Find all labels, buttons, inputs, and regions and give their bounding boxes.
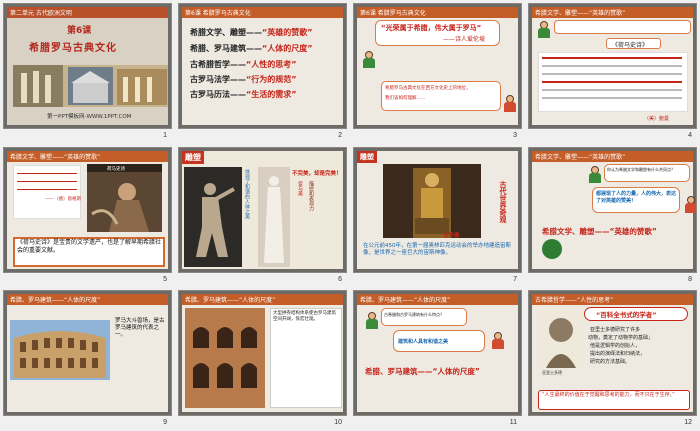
vertical-caption: 体现了和谐的人体之美 <box>244 168 250 219</box>
book-title: 《荷马史诗》 <box>612 42 649 49</box>
slide-thumbnail-10[interactable]: 希腊、罗马建筑——“人体的尺度” 大型拱券结构体系使古罗马建筑空间开阔，恢宏壮观… <box>175 287 350 431</box>
slide-number: 4 <box>688 132 692 139</box>
venus-statue <box>258 166 290 267</box>
slide-header: 古希腊哲学——“人性的思考” <box>535 297 614 305</box>
row-5: 古罗马历法——“生活的需求” <box>190 90 297 99</box>
slide-thumbnail-3[interactable]: 第6课 希腊罗马古典文化 “光荣属于希腊，伟大属于罗马” ——诗人爱伦坡 希腊罗… <box>350 0 525 144</box>
ruins-photo <box>13 65 168 107</box>
vertical-caption-right: 爱与美 <box>297 180 303 196</box>
quote: “光荣属于希腊，伟大属于罗马” <box>381 24 482 32</box>
slide-number: 9 <box>163 419 167 427</box>
slide-thumbnail-6[interactable]: 雕塑 体现了和谐的人体之美 不完美，却是完美！ 爱与美 描绘和表现力 6 <box>175 144 350 288</box>
slide-number: 11 <box>509 419 517 427</box>
row-4: 古罗马法学——“行为的规范” <box>190 75 297 84</box>
slide-number: 3 <box>513 132 517 139</box>
slide-header: 第6课 希腊罗马古典文化 <box>185 10 251 17</box>
slide-number: 10 <box>334 419 342 427</box>
person-icon <box>365 312 379 330</box>
body-text: 在公元前450年，在第一届奥林匹克运动会的举办地建造宙斯像，是世界之一座巨大的宙… <box>363 242 511 256</box>
roman-arches-photo <box>185 308 265 409</box>
slide-header: 希腊、罗马建筑——“人体的尺度” <box>185 297 276 305</box>
aristotle-bust <box>538 310 584 369</box>
painting-label: 荷马史诗 <box>107 166 125 172</box>
slide-thumbnail-4[interactable]: 希腊文学、雕塑——“英雄的赞歌” 《荷马史诗》 （美）鲍曼 4 <box>525 0 700 144</box>
slide-number: 2 <box>338 132 342 139</box>
row-2: 希腊、罗马建筑——“人体的尺度” <box>190 44 313 53</box>
discobolus-statue <box>184 166 242 267</box>
homer-painting <box>87 163 162 232</box>
body-line-1: 亚里士多德研究了许多 <box>590 327 641 334</box>
vertical-title: 古代世界奇观 <box>499 180 507 223</box>
slide-number: 5 <box>163 275 167 283</box>
slide-header: 第二单元 古代欧洲文明 <box>10 10 72 17</box>
slide-sorter-grid: 第二单元 古代欧洲文明 第6课 希腊罗马古典文化 第一PPT模板网-WWW.1P… <box>0 0 700 431</box>
body-line-5: 研究的方法基础。 <box>590 359 631 366</box>
slide-header: 雕塑 <box>182 150 204 164</box>
slide-header: 第6课 希腊罗马古典文化 <box>360 10 426 17</box>
body-line-4: 提出的演绎法和归纳法， <box>590 351 646 358</box>
quote-author: ——诗人爱伦坡 <box>443 36 486 43</box>
quote-author: ——（德）恩格斯 <box>45 196 81 202</box>
slide-title: 希腊罗马古典文化 <box>29 43 117 54</box>
slide-thumbnail-2[interactable]: 第6课 希腊罗马古典文化 希腊文学、雕塑——“英雄的赞歌” 希腊、罗马建筑——“… <box>175 0 350 144</box>
slide-number: 6 <box>338 275 342 283</box>
body-line-3: 他是逻辑学的创始人， <box>590 343 641 350</box>
question-line-1: 希腊罗马古典文化在西方文化史上的地位， <box>385 86 471 91</box>
slide-header: 希腊文学、雕塑——“英雄的赞歌” <box>10 153 101 161</box>
body-text: 《荷马史诗》是宝贵的文学遗产，也是了解早期希腊社会的重要文献。 <box>17 238 162 254</box>
bust-caption: 亚里士多德 <box>542 370 562 376</box>
zeus-statue-image <box>383 163 481 238</box>
slide-header: 雕塑 <box>357 150 377 163</box>
person-icon <box>588 165 602 184</box>
person-icon <box>503 95 517 113</box>
image-caption: 宙斯像 <box>443 232 460 239</box>
body-text: 罗马大斗兽场，是古罗马建筑的代表之一。 <box>115 318 165 339</box>
slide-thumbnail-1[interactable]: 第二单元 古代欧洲文明 第6课 希腊罗马古典文化 第一PPT模板网-WWW.1P… <box>0 0 175 144</box>
person-icon <box>362 51 376 69</box>
slide-number: 12 <box>684 419 692 427</box>
tag-text: 不完美，却是完美！ <box>292 170 342 177</box>
question-bubble: 你认为希腊文学和雕塑有什么共同点？ <box>607 166 675 172</box>
slide-title: 希腊、罗马建筑——“人体的尺度” <box>365 367 480 377</box>
slide-header: 希腊、罗马建筑——“人体的尺度” <box>360 297 451 305</box>
slide-thumbnail-5[interactable]: 希腊文学、雕塑——“英雄的赞歌” ——（德）恩格斯 荷马史诗 《荷马史诗》是宝贵… <box>0 144 175 288</box>
slide-title: “百科全书式的学者” <box>596 311 657 320</box>
person-icon <box>491 332 505 350</box>
person-icon <box>537 21 551 39</box>
source-caption: （美）鲍曼 <box>644 116 670 122</box>
colosseum-photo <box>10 320 110 381</box>
row-1: 希腊文学、雕塑——“英雄的赞歌” <box>190 28 313 37</box>
quote: “人生最终的价值在于觉醒和思考的能力，而不只在于生存。” <box>542 392 675 399</box>
slide-number: 8 <box>688 275 692 283</box>
slide-number: 7 <box>513 275 517 283</box>
slide-header: 希腊文学、雕塑——“英雄的赞歌” <box>535 10 626 17</box>
question-bubble: 古希腊和古罗马建筑有什么特点？ <box>384 312 444 318</box>
slide-thumbnail-12[interactable]: 古希腊哲学——“人性的思考” 亚里士多德 “百科全书式的学者” 亚里士多德研究了… <box>525 287 700 431</box>
slide-header: 希腊文学、雕塑——“英雄的赞歌” <box>535 153 626 161</box>
slide-thumbnail-7[interactable]: 雕塑 宙斯像 古代世界奇观 在公元前450年，在第一届奥林匹克运动会的举办地建造… <box>350 144 525 288</box>
question-line-2: 我们该如何理解…… <box>385 96 426 101</box>
slide-footer: 第一PPT模板网-WWW.1PPT.COM <box>47 114 132 120</box>
body-line-2: 动物，奠定了动物学的基础； <box>588 335 654 342</box>
vertical-caption-right-2: 描绘和表现力 <box>308 180 314 211</box>
cartoon-icon <box>542 238 562 259</box>
slide-title: 希腊文学、雕塑——“英雄的赞歌” <box>542 226 657 236</box>
person-icon <box>684 195 696 214</box>
slide-thumbnail-11[interactable]: 希腊、罗马建筑——“人体的尺度” 古希腊和古罗马建筑有什么特点？ 建筑和人具有和… <box>350 287 525 431</box>
answer-bubble: 建筑和人具有和谐之美 <box>398 339 449 346</box>
answer-bubble: 都展现了人的力量，人的伟大，表达了对英雄的赞美！ <box>596 190 677 204</box>
slide-header: 希腊、罗马建筑——“人体的尺度” <box>10 297 101 305</box>
slide-thumbnail-9[interactable]: 希腊、罗马建筑——“人体的尺度” 罗马大斗兽场，是古罗马建筑的代表之一。 9 <box>0 287 175 431</box>
lesson-number: 第6课 <box>67 26 92 36</box>
slide-thumbnail-8[interactable]: 希腊文学、雕塑——“英雄的赞歌” 你认为希腊文学和雕塑有什么共同点？ 都展现了人… <box>525 144 700 288</box>
row-3: 古希腊哲学——“人性的思考” <box>190 60 297 69</box>
body-text: 大型拱券结构体系使古罗马建筑空间开阔，恢宏壮观。 <box>273 311 336 323</box>
slide-number: 1 <box>163 132 167 139</box>
